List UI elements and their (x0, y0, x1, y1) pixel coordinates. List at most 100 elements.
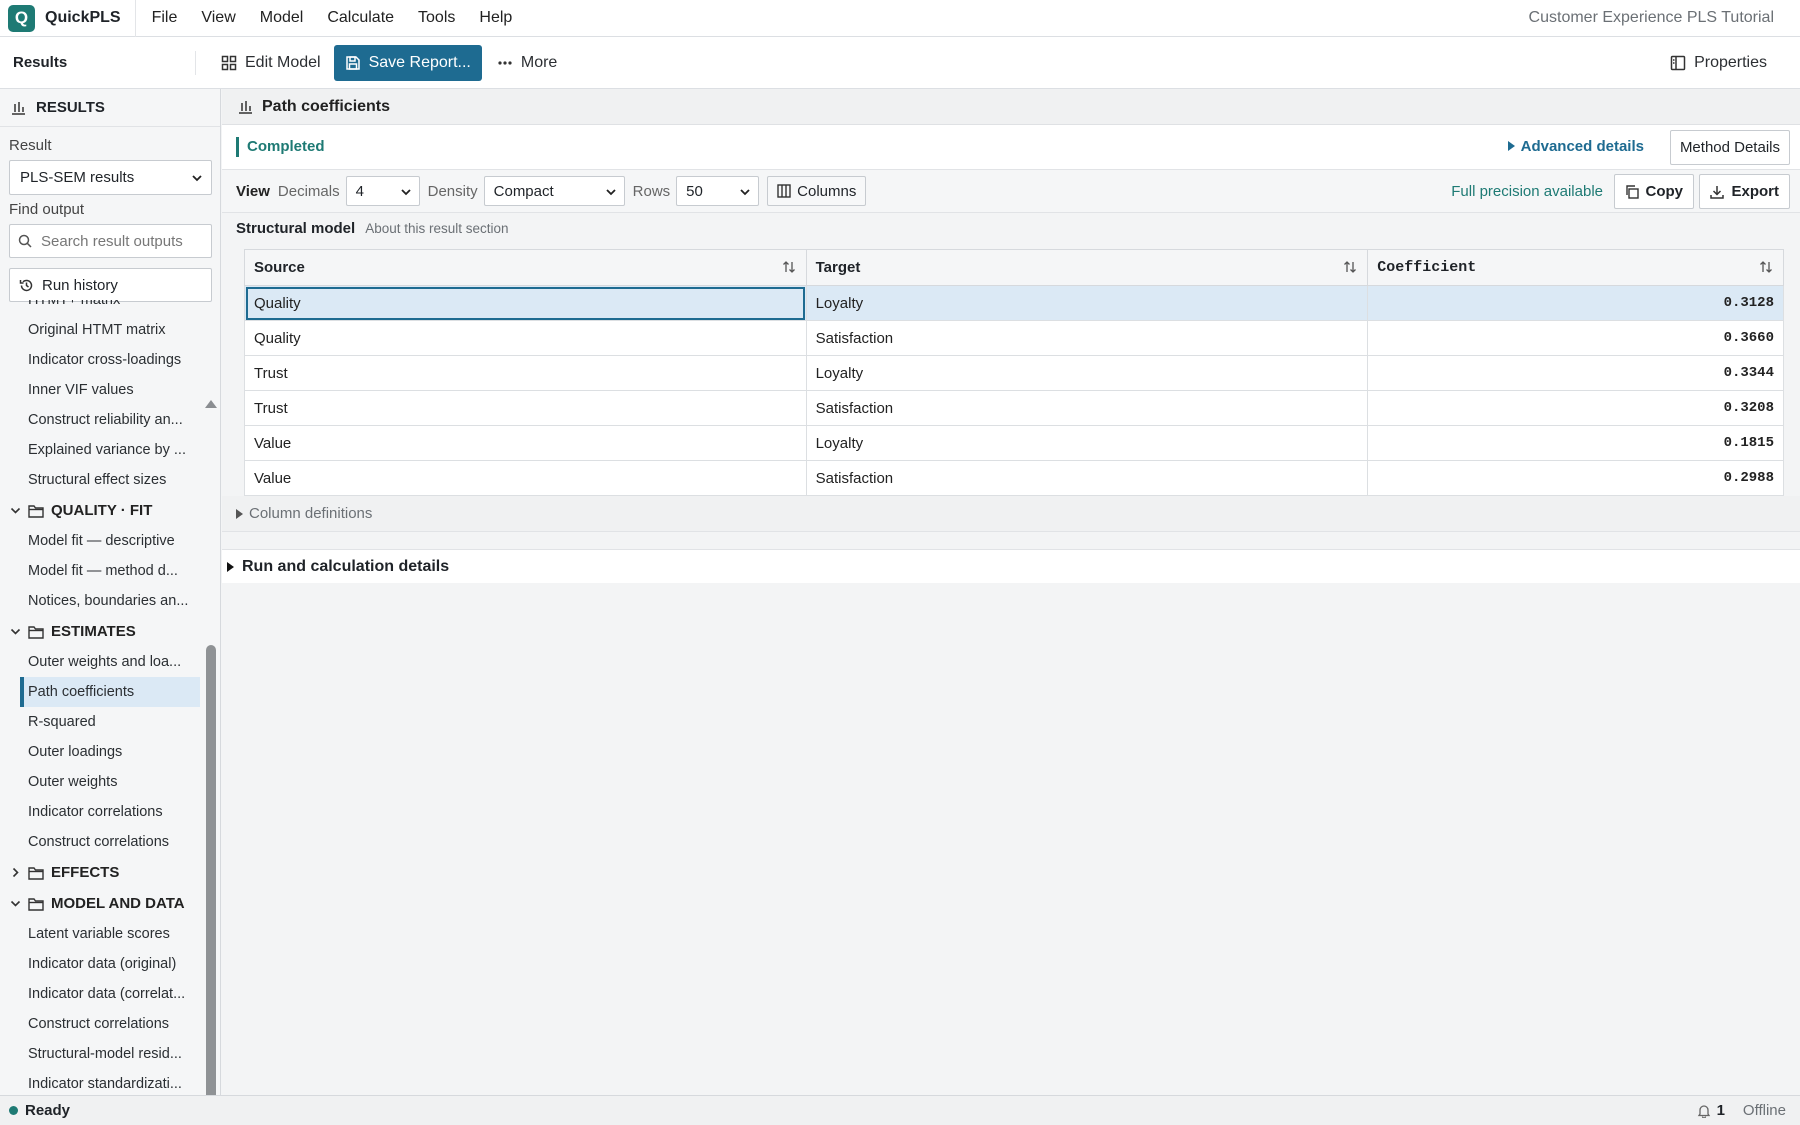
columns-button[interactable]: Columns (767, 176, 867, 206)
tree-group-quality-fit[interactable]: QUALITY · FIT (0, 495, 200, 526)
tree-item[interactable]: Outer loadings (0, 737, 200, 767)
tree-item-path-coefficients[interactable]: Path coefficients (20, 677, 200, 707)
table-cell[interactable]: 0.3344 (1367, 355, 1784, 391)
scrollbar-thumb[interactable] (206, 645, 216, 1111)
table-row[interactable]: Value Satisfaction 0.2988 (244, 460, 1784, 496)
tree-item[interactable]: Explained variance by ... (0, 435, 200, 465)
table-cell[interactable]: Trust (244, 390, 807, 426)
tree-item[interactable]: Construct correlations (0, 827, 200, 857)
table-cell[interactable]: Satisfaction (805, 390, 1369, 426)
result-select[interactable]: PLS-SEM results (9, 160, 212, 195)
tree-item[interactable]: Construct reliability an... (0, 405, 200, 435)
sidebar-title: RESULTS (36, 99, 105, 116)
table-row[interactable]: Trust Satisfaction 0.3208 (244, 390, 1784, 426)
menu-tools[interactable]: Tools (406, 9, 467, 27)
menu-help[interactable]: Help (467, 9, 524, 27)
method-details-button[interactable]: Method Details (1669, 130, 1790, 165)
scroll-up-icon[interactable] (205, 400, 217, 408)
notification-count[interactable]: 1 (1717, 1102, 1725, 1119)
table-row[interactable]: Quality Loyalty 0.3128 (244, 285, 1784, 321)
table-cell[interactable]: Loyalty (805, 285, 1369, 321)
more-button[interactable]: More (486, 45, 568, 81)
export-label: Export (1731, 183, 1779, 200)
density-select[interactable]: Compact (483, 176, 625, 206)
table-cell[interactable]: Loyalty (805, 425, 1369, 461)
tree-group-label: MODEL AND DATA (51, 895, 185, 912)
table-cell[interactable]: Quality (244, 320, 807, 356)
run-details-label: Run and calculation details (242, 557, 450, 575)
menu-file[interactable]: File (140, 9, 190, 27)
sort-icon[interactable] (1343, 260, 1357, 278)
tree-item[interactable]: Construct correlations (0, 1009, 200, 1039)
tree-item[interactable]: Indicator standardizati... (0, 1069, 200, 1095)
tree-item[interactable]: Structural effect sizes (0, 465, 200, 495)
menu-calculate[interactable]: Calculate (315, 9, 406, 27)
column-definitions-toggle[interactable]: Column definitions (222, 496, 1800, 532)
advanced-details-label: Advanced details (1520, 138, 1644, 155)
sort-icon[interactable] (782, 260, 796, 278)
table-cell[interactable]: Quality (244, 285, 807, 321)
tree-group-model-and-data[interactable]: MODEL AND DATA (0, 888, 200, 919)
tree-group-effects[interactable]: EFFECTS (0, 857, 200, 888)
search-output-box[interactable] (9, 224, 212, 258)
table-cell[interactable]: 0.3208 (1367, 390, 1784, 426)
tree-item[interactable]: Indicator data (correlat... (0, 979, 200, 1009)
tree-item[interactable]: Outer weights (0, 767, 200, 797)
tree-item[interactable]: Inner VIF values (0, 375, 200, 405)
decimals-select[interactable]: 4 (345, 176, 420, 206)
run-details-toggle[interactable]: Run and calculation details (222, 549, 1800, 583)
tree-item[interactable]: Original HTMT matrix (0, 315, 200, 345)
column-header-source[interactable]: Source (244, 249, 807, 286)
tree-item[interactable]: Indicator correlations (0, 797, 200, 827)
tree-item[interactable]: Latent variable scores (0, 919, 200, 949)
table-cell[interactable]: Loyalty (805, 355, 1369, 391)
sidebar-scrollbar[interactable] (202, 309, 217, 1111)
table-row[interactable]: Value Loyalty 0.1815 (244, 425, 1784, 461)
rows-select[interactable]: 50 (676, 176, 760, 206)
table-cell[interactable]: Value (244, 425, 807, 461)
table-cell[interactable]: 0.3128 (1367, 285, 1784, 321)
table-row[interactable]: Trust Loyalty 0.3344 (244, 355, 1784, 391)
columns-icon (777, 184, 791, 198)
search-output-input[interactable] (41, 232, 201, 250)
properties-button[interactable]: Properties (1659, 45, 1778, 81)
table-cell[interactable]: 0.1815 (1367, 425, 1784, 461)
table-cell[interactable]: 0.2988 (1367, 460, 1784, 496)
tree-item[interactable]: Model fit — descriptive (0, 526, 200, 556)
tree-item[interactable]: Structural-model resid... (0, 1039, 200, 1069)
section-header: Structural model About this result secti… (222, 213, 1800, 244)
tree-item[interactable]: Notices, boundaries an... (0, 586, 200, 616)
sort-icon[interactable] (1759, 260, 1773, 279)
about-section-link[interactable]: About this result section (365, 221, 508, 236)
tree-item[interactable]: Model fit — method d... (0, 556, 200, 586)
tree-item[interactable]: Indicator cross-loadings (0, 345, 200, 375)
table-row[interactable]: Quality Satisfaction 0.3660 (244, 320, 1784, 356)
column-header-coefficient[interactable]: Coefficient (1367, 249, 1784, 286)
save-report-button[interactable]: Save Report... (333, 44, 482, 81)
table-cell[interactable]: Trust (244, 355, 807, 391)
tree-item[interactable]: HTMT+ matrix (0, 300, 200, 315)
grid-icon (221, 55, 237, 71)
advanced-details-toggle[interactable]: Advanced details (1507, 138, 1644, 155)
table-cell[interactable]: Satisfaction (805, 320, 1369, 356)
export-button[interactable]: Export (1699, 174, 1790, 209)
table-cell[interactable]: Satisfaction (805, 460, 1369, 496)
copy-button[interactable]: Copy (1613, 174, 1694, 209)
menu-view[interactable]: View (189, 9, 247, 27)
tree-group-estimates[interactable]: ESTIMATES (0, 616, 200, 647)
run-history-button[interactable]: Run history (9, 268, 212, 302)
search-icon (18, 234, 32, 248)
tree-item[interactable]: Outer weights and loa... (0, 647, 200, 677)
menu-model[interactable]: Model (248, 9, 316, 27)
section-title: Structural model (236, 220, 356, 237)
table-cell[interactable]: Value (244, 460, 807, 496)
column-header-label: Target (815, 259, 861, 276)
tree-item[interactable]: Indicator data (original) (0, 949, 200, 979)
tree-item[interactable]: R-squared (0, 707, 200, 737)
folder-icon (28, 504, 44, 518)
bell-icon[interactable] (1697, 1104, 1711, 1118)
column-header-target[interactable]: Target (805, 249, 1369, 286)
precision-note: Full precision available (1451, 183, 1603, 200)
table-cell[interactable]: 0.3660 (1367, 320, 1784, 356)
edit-model-button[interactable]: Edit Model (210, 45, 332, 81)
